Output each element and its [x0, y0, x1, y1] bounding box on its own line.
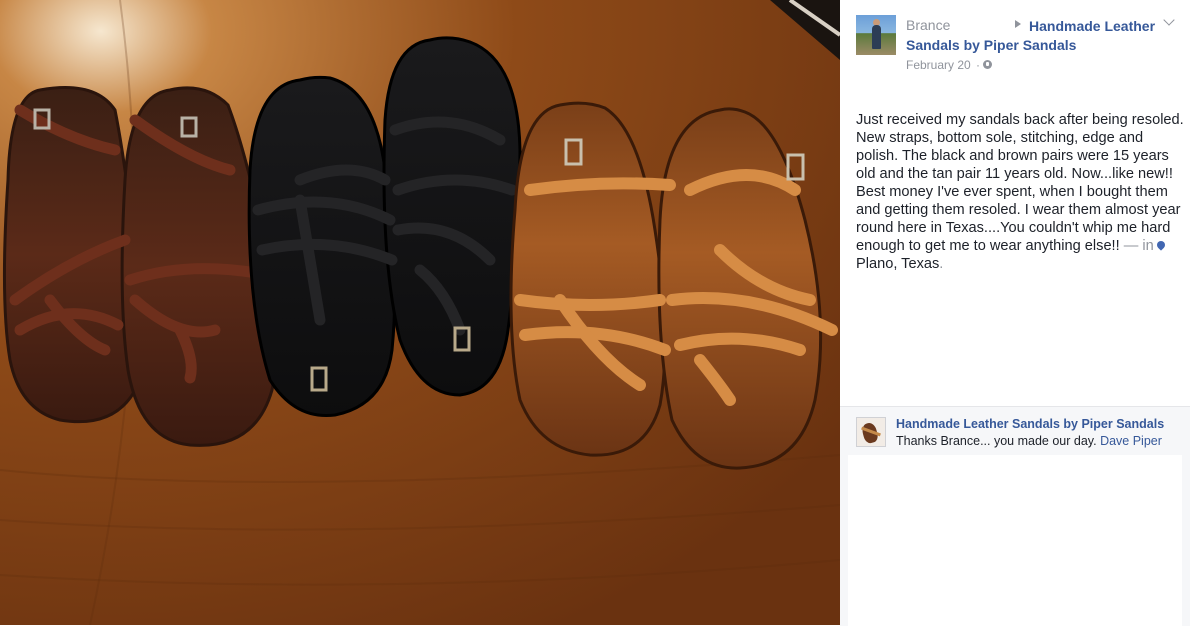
page-name-link[interactable]: Handmade Leather Sandals by Piper Sandal… [906, 17, 1168, 55]
black-sandal-right [382, 36, 522, 397]
sandals-photo-illustration [0, 0, 840, 625]
comment-avatar[interactable] [856, 417, 886, 447]
comment-text: Thanks Brance... you made our day. Dave … [896, 434, 1162, 448]
post-photo[interactable] [0, 0, 840, 625]
comment-author[interactable]: Handmade Leather Sandals by Piper Sandal… [896, 417, 1164, 431]
comment-body: Thanks Brance... you made our day. [896, 434, 1097, 448]
avatar-figure [872, 25, 881, 49]
globe-icon[interactable] [983, 60, 992, 69]
location-link[interactable]: Plano, Texas [856, 256, 939, 272]
comment-area-blank [848, 455, 1182, 626]
post-body-text: Just received my sandals back after bein… [856, 112, 1184, 254]
post-body: Just received my sandals back after bein… [856, 111, 1186, 273]
location-suffix: . [939, 256, 944, 272]
location-prefix: — in [1123, 238, 1154, 254]
comment-mention[interactable]: Dave Piper [1100, 434, 1162, 448]
comments-section: Handmade Leather Sandals by Piper Sandal… [840, 406, 1190, 626]
post-panel: Brance Handmade Leather Sandals by Piper… [840, 0, 1190, 626]
post-date[interactable]: February 20 [906, 58, 971, 72]
location-pin-icon [1155, 239, 1167, 251]
date-separator: · [976, 58, 980, 72]
author-avatar[interactable] [856, 15, 896, 55]
